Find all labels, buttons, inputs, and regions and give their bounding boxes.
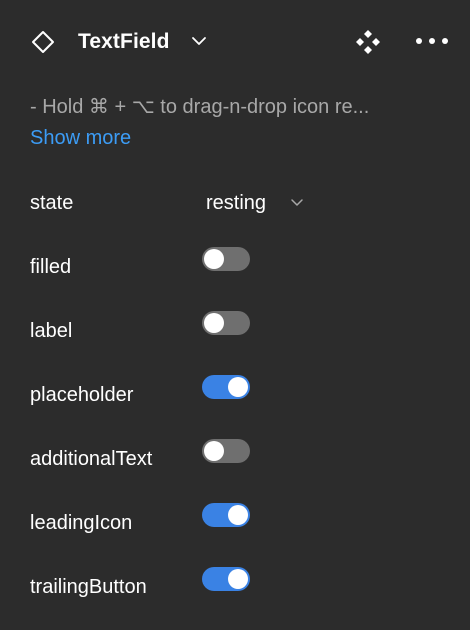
toggle-knob <box>204 313 224 333</box>
property-label: leadingIcon <box>30 512 133 534</box>
additional-text-toggle[interactable] <box>202 439 250 463</box>
property-label: filled <box>30 256 72 278</box>
property-label: trailingButton <box>30 576 147 598</box>
leading-icon-toggle[interactable] <box>202 503 250 527</box>
property-row-trailing-button: trailingButton <box>0 567 470 607</box>
toggle-knob <box>204 441 224 461</box>
property-label: label <box>30 320 73 342</box>
properties-panel: TextField - Hold ⌘ + ⌥ to drag-n-drop ic… <box>0 0 470 630</box>
placeholder-toggle[interactable] <box>202 375 250 399</box>
toggle-knob <box>228 569 248 589</box>
chevron-down-icon[interactable] <box>190 34 208 48</box>
toggle-knob <box>204 249 224 269</box>
component-description: - Hold ⌘ + ⌥ to drag-n-drop icon re... <box>30 96 370 118</box>
label-toggle[interactable] <box>202 311 250 335</box>
property-row-label: label <box>0 311 470 351</box>
component-title[interactable]: TextField <box>78 28 170 56</box>
state-select-value: resting <box>206 192 267 214</box>
property-label: additionalText <box>30 448 153 470</box>
panel-header: TextField <box>0 0 470 84</box>
toggle-knob <box>228 505 248 525</box>
property-row-state: state resting <box>0 183 470 223</box>
property-row-filled: filled <box>0 247 470 287</box>
property-row-leading-icon: leadingIcon <box>0 503 470 543</box>
show-more-link[interactable]: Show more <box>30 124 131 152</box>
component-variants-icon[interactable] <box>355 29 381 55</box>
chevron-down-icon <box>291 199 303 206</box>
more-horizontal-icon[interactable] <box>414 36 450 46</box>
property-label: placeholder <box>30 384 134 406</box>
property-row-placeholder: placeholder <box>0 375 470 415</box>
trailing-button-toggle[interactable] <box>202 567 250 591</box>
filled-toggle[interactable] <box>202 247 250 271</box>
component-diamond-icon <box>32 31 54 53</box>
property-label: state <box>30 192 74 214</box>
state-select[interactable]: resting <box>206 189 303 217</box>
property-row-additional-text: additionalText <box>0 439 470 479</box>
toggle-knob <box>228 377 248 397</box>
